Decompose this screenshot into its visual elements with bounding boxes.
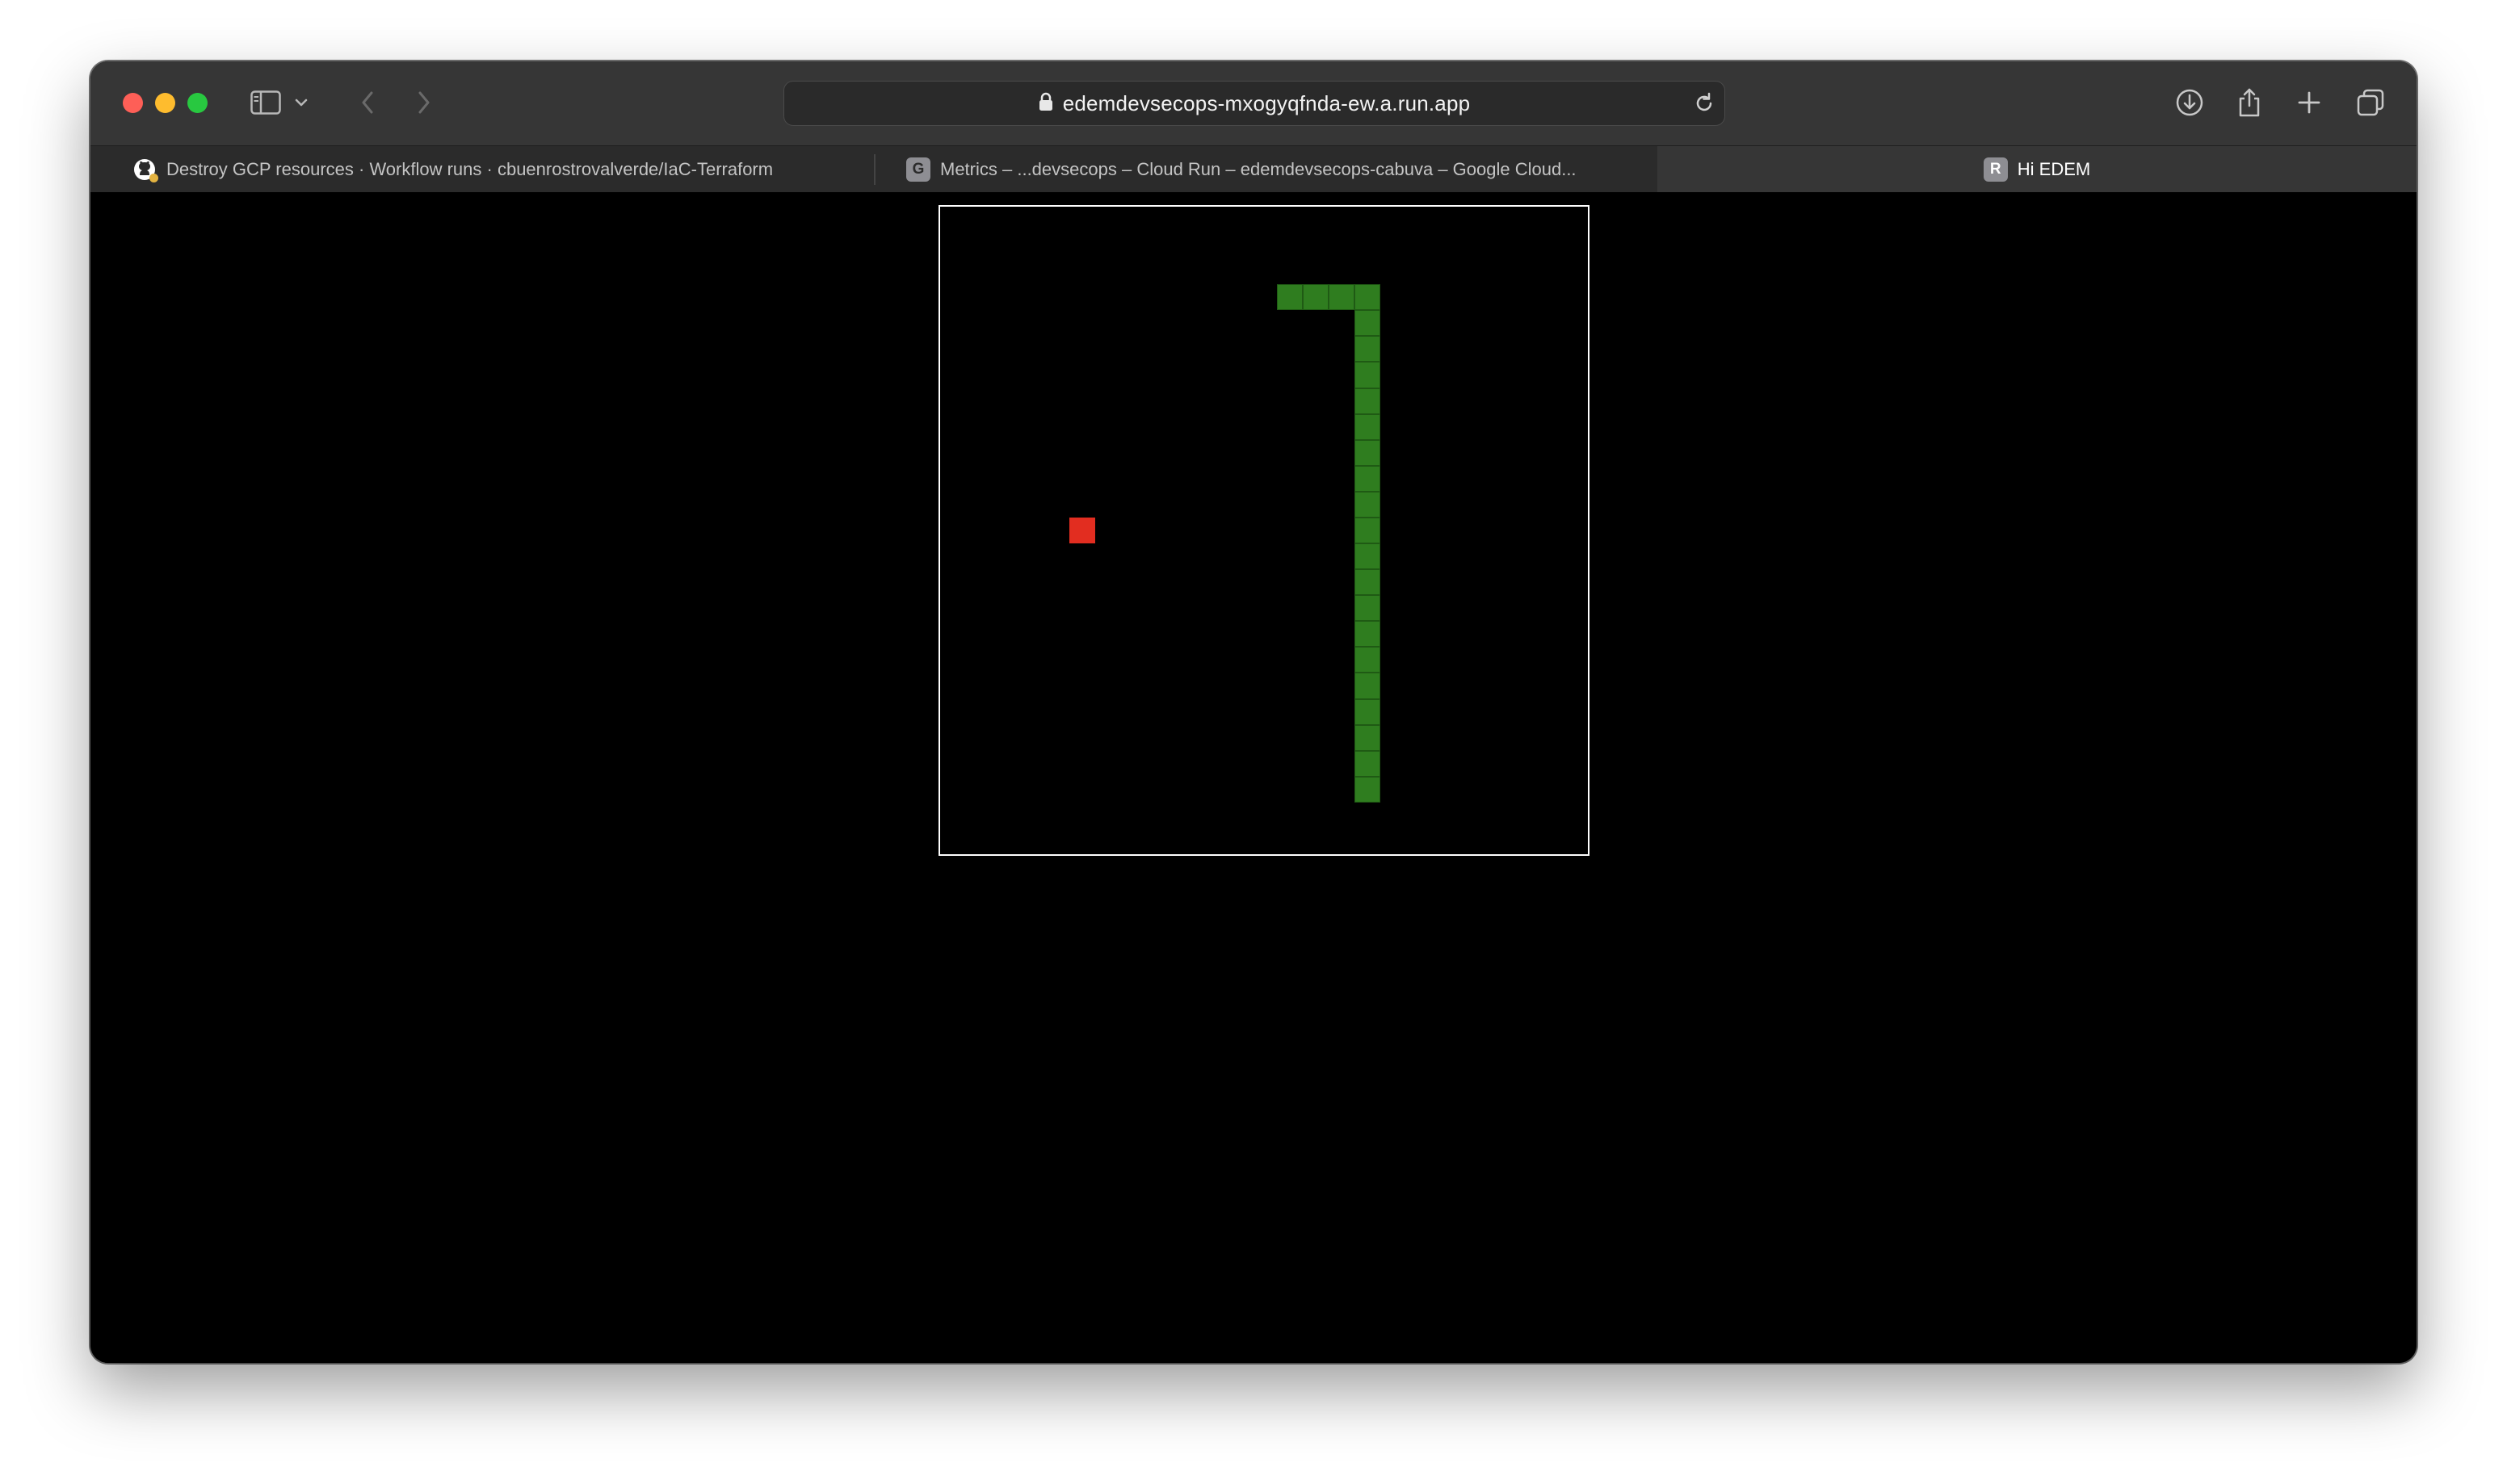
snake-game-board[interactable] bbox=[939, 205, 1589, 856]
tab-divider bbox=[874, 154, 876, 185]
tab-github-workflow[interactable]: Destroy GCP resources · Workflow runs · … bbox=[132, 146, 874, 193]
snake-segment bbox=[1354, 750, 1381, 777]
snake-segment bbox=[1354, 439, 1381, 466]
snake-segment bbox=[1354, 465, 1381, 492]
snake-segment bbox=[1354, 336, 1381, 363]
snake-segment bbox=[1354, 776, 1381, 803]
back-arrow-icon[interactable] bbox=[347, 82, 388, 123]
forward-arrow-icon[interactable] bbox=[404, 82, 444, 123]
github-icon bbox=[132, 157, 158, 182]
browser-window: edemdevsecops-mxogyqfnda-ew.a.run.app De… bbox=[90, 61, 2417, 1363]
close-window-button[interactable] bbox=[123, 93, 143, 113]
share-icon[interactable] bbox=[2229, 82, 2270, 123]
tab-title: Metrics – ...devsecops – Cloud Run – ede… bbox=[940, 159, 1577, 179]
snake-segment bbox=[1354, 673, 1381, 699]
tab-overview-icon[interactable] bbox=[2350, 82, 2391, 123]
url-text: edemdevsecops-mxogyqfnda-ew.a.run.app bbox=[1062, 90, 1471, 115]
tab-title: Destroy GCP resources · Workflow runs · … bbox=[166, 159, 774, 179]
snake-segment bbox=[1354, 310, 1381, 337]
snake-segment bbox=[1354, 284, 1381, 311]
browser-toolbar: edemdevsecops-mxogyqfnda-ew.a.run.app bbox=[90, 61, 2417, 145]
minimize-window-button[interactable] bbox=[155, 93, 175, 113]
snake-segment bbox=[1354, 698, 1381, 725]
google-cloud-favicon-icon: G bbox=[906, 157, 930, 182]
snake-segment bbox=[1354, 724, 1381, 751]
tab-cloud-run-metrics[interactable]: G Metrics – ...devsecops – Cloud Run – e… bbox=[906, 146, 1648, 193]
page-content bbox=[90, 192, 2417, 1363]
address-bar[interactable]: edemdevsecops-mxogyqfnda-ew.a.run.app bbox=[783, 81, 1725, 126]
sidebar-toggle-icon[interactable] bbox=[246, 82, 286, 123]
lock-icon bbox=[1039, 92, 1053, 115]
chevron-down-icon[interactable] bbox=[289, 82, 313, 123]
tab-hi-edem[interactable]: R Hi EDEM bbox=[1657, 146, 2417, 193]
snake-segment bbox=[1354, 595, 1381, 622]
snake-segment bbox=[1354, 543, 1381, 570]
snake-segment bbox=[1354, 413, 1381, 440]
zoom-window-button[interactable] bbox=[187, 93, 208, 113]
snake-segment bbox=[1329, 284, 1355, 311]
download-icon[interactable] bbox=[2169, 82, 2210, 123]
snake-segment bbox=[1354, 621, 1381, 648]
snake-segment bbox=[1354, 569, 1381, 596]
food-pellet bbox=[1069, 517, 1096, 544]
snake-segment bbox=[1303, 284, 1329, 311]
snake-segment bbox=[1354, 517, 1381, 544]
snake-segment bbox=[1354, 647, 1381, 673]
snake-segment bbox=[1354, 388, 1381, 414]
snake-segment bbox=[1277, 284, 1304, 311]
reload-icon[interactable] bbox=[1692, 91, 1716, 119]
new-tab-plus-icon[interactable] bbox=[2289, 82, 2329, 123]
site-favicon-icon: R bbox=[1983, 157, 2008, 182]
tab-bar: Destroy GCP resources · Workflow runs · … bbox=[90, 145, 2417, 193]
tab-title: Hi EDEM bbox=[2017, 159, 2091, 179]
snake-segment bbox=[1354, 491, 1381, 518]
status-dot-icon bbox=[149, 174, 158, 182]
snake-segment bbox=[1354, 362, 1381, 388]
